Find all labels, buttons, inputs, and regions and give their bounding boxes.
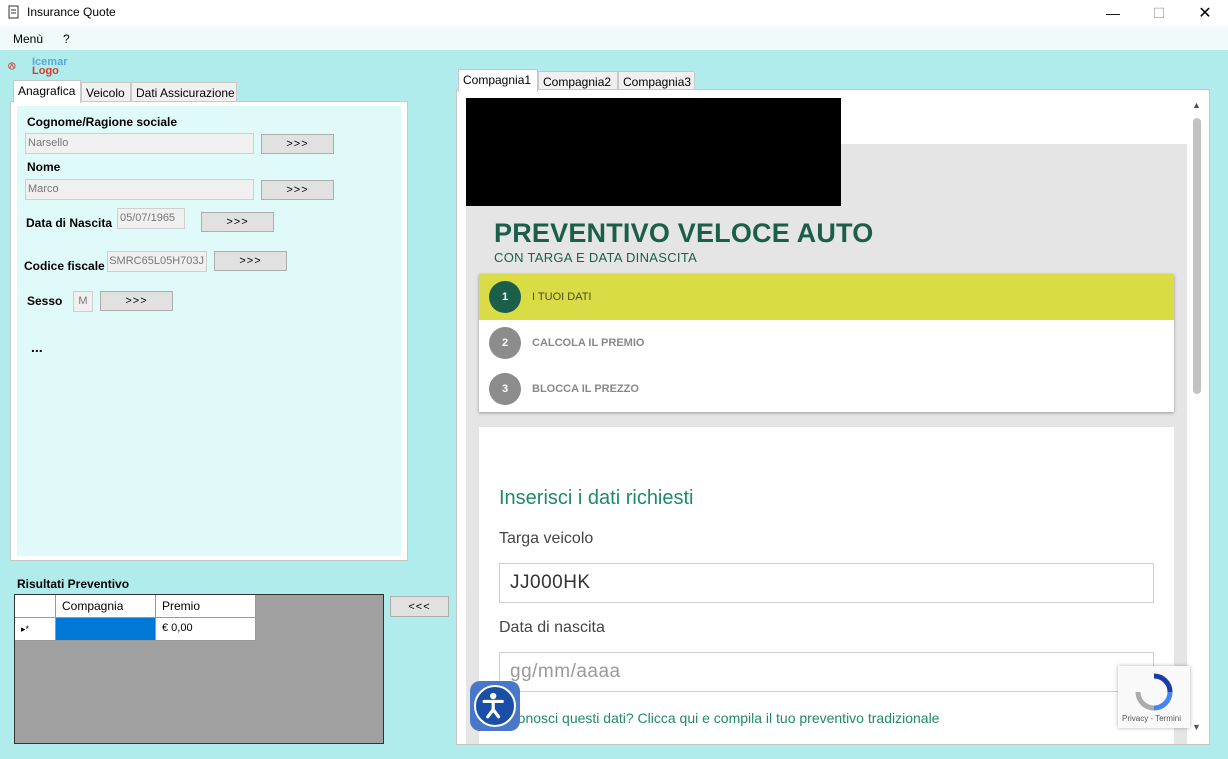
page-headline: PREVENTIVO VELOCE AUTO	[494, 218, 874, 248]
dob-label: Data di Nascita	[26, 216, 113, 230]
close-button[interactable]: ✕	[1182, 0, 1228, 26]
maximize-button[interactable]: ☐	[1136, 0, 1182, 26]
surname-label: Cognome/Ragione sociale	[27, 115, 178, 129]
web-dob-input[interactable]: gg/mm/aaaa	[499, 652, 1154, 692]
dob-push-button[interactable]: >>>	[201, 212, 274, 232]
tab-compagnia3[interactable]: Compagnia3	[618, 71, 695, 91]
dob-field[interactable]: 05/07/1965	[117, 208, 185, 229]
grid-corner-cell	[15, 595, 56, 618]
steps-box: 1 I TUOI DATI 2 CALCOLA IL PREMIO 3 BLOC…	[479, 274, 1174, 412]
menu-item-help[interactable]: ?	[63, 32, 70, 46]
minimize-button[interactable]: —	[1090, 0, 1136, 26]
step-number: 3	[489, 373, 521, 405]
tab-compagnia1[interactable]: Compagnia1	[458, 69, 538, 92]
vertical-scrollbar[interactable]: ▲ ▼	[1190, 98, 1204, 738]
step-label: I TUOI DATI	[532, 291, 592, 303]
step-number: 1	[489, 281, 521, 313]
compagnia-cell[interactable]	[56, 618, 156, 641]
web-viewport[interactable]: PREVENTIVO VELOCE AUTO CON TARGA E DATA …	[466, 98, 1187, 744]
company-logo	[8, 62, 16, 70]
step-3: 3 BLOCCA IL PREZZO	[479, 366, 1174, 412]
back-button[interactable]: <<<	[390, 596, 449, 617]
recaptcha-links[interactable]: Privacy - Termini	[1122, 714, 1181, 723]
logo-text-bottom: Logo	[32, 65, 59, 77]
step-label: CALCOLA IL PREMIO	[532, 337, 645, 349]
menu-item-menu[interactable]: Menù	[13, 32, 43, 46]
recaptcha-icon	[1135, 673, 1173, 711]
sex-label: Sesso	[27, 294, 63, 308]
row-header-cell[interactable]: ▸*	[15, 618, 56, 641]
title-bar: Insurance Quote — ☐ ✕	[0, 0, 1228, 26]
web-panel: PREVENTIVO VELOCE AUTO CON TARGA E DATA …	[456, 89, 1210, 745]
accessibility-icon	[474, 685, 516, 727]
sex-push-button[interactable]: >>>	[100, 291, 173, 311]
tab-compagnia2[interactable]: Compagnia2	[538, 71, 618, 91]
tab-dati-assicurazione[interactable]: Dati Assicurazione	[131, 82, 237, 102]
scroll-thumb[interactable]	[1193, 118, 1201, 394]
plate-input[interactable]: JJ000HK	[499, 563, 1154, 603]
tab-veicolo[interactable]: Veicolo	[81, 82, 131, 102]
tab-anagrafica[interactable]: Anagrafica	[13, 80, 81, 103]
column-header-compagnia[interactable]: Compagnia	[56, 595, 156, 618]
results-grid[interactable]: Compagnia Premio ▸* € 0,00	[14, 594, 384, 744]
app-icon	[8, 5, 19, 19]
premio-cell[interactable]: € 0,00	[156, 618, 256, 641]
scroll-up-arrow-icon[interactable]: ▲	[1192, 100, 1201, 110]
plate-label: Targa veicolo	[499, 530, 594, 547]
cf-label: Codice fiscale	[24, 259, 105, 273]
redacted-banner	[466, 98, 841, 206]
scroll-down-arrow-icon[interactable]: ▼	[1192, 722, 1201, 732]
anagrafica-form: Cognome/Ragione sociale Narsello >>> Nom…	[17, 106, 401, 556]
name-label: Nome	[27, 160, 61, 174]
cf-push-button[interactable]: >>>	[214, 251, 287, 271]
step-2: 2 CALCOLA IL PREMIO	[479, 320, 1174, 366]
accessibility-button[interactable]	[470, 681, 520, 731]
traditional-quote-link[interactable]: n conosci questi dati? Clicca qui e comp…	[499, 710, 939, 726]
step-label: BLOCCA IL PREZZO	[532, 383, 639, 395]
column-header-premio[interactable]: Premio	[156, 595, 256, 618]
page-subheadline: CON TARGA E DATA DINASCITA	[494, 250, 698, 265]
surname-push-button[interactable]: >>>	[261, 134, 334, 154]
anagrafica-panel: Cognome/Ragione sociale Narsello >>> Nom…	[10, 101, 408, 561]
form-title: Inserisci i dati richiesti	[499, 487, 694, 509]
web-dob-label: Data di nascita	[499, 619, 605, 636]
sex-field[interactable]: M	[73, 291, 93, 312]
name-push-button[interactable]: >>>	[261, 180, 334, 200]
surname-field[interactable]: Narsello	[25, 133, 254, 154]
more-indicator: ...	[31, 339, 43, 355]
quote-form-card: Inserisci i dati richiesti Targa veicolo…	[479, 427, 1174, 744]
menu-bar: Menù ?	[0, 26, 1228, 50]
window-title: Insurance Quote	[27, 5, 116, 19]
step-1: 1 I TUOI DATI	[479, 274, 1174, 320]
step-number: 2	[489, 327, 521, 359]
name-field[interactable]: Marco	[25, 179, 254, 200]
cf-field[interactable]: SMRC65L05H703J	[107, 251, 207, 272]
recaptcha-badge[interactable]: Privacy - Termini	[1118, 666, 1190, 728]
results-label: Risultati Preventivo	[17, 577, 130, 591]
